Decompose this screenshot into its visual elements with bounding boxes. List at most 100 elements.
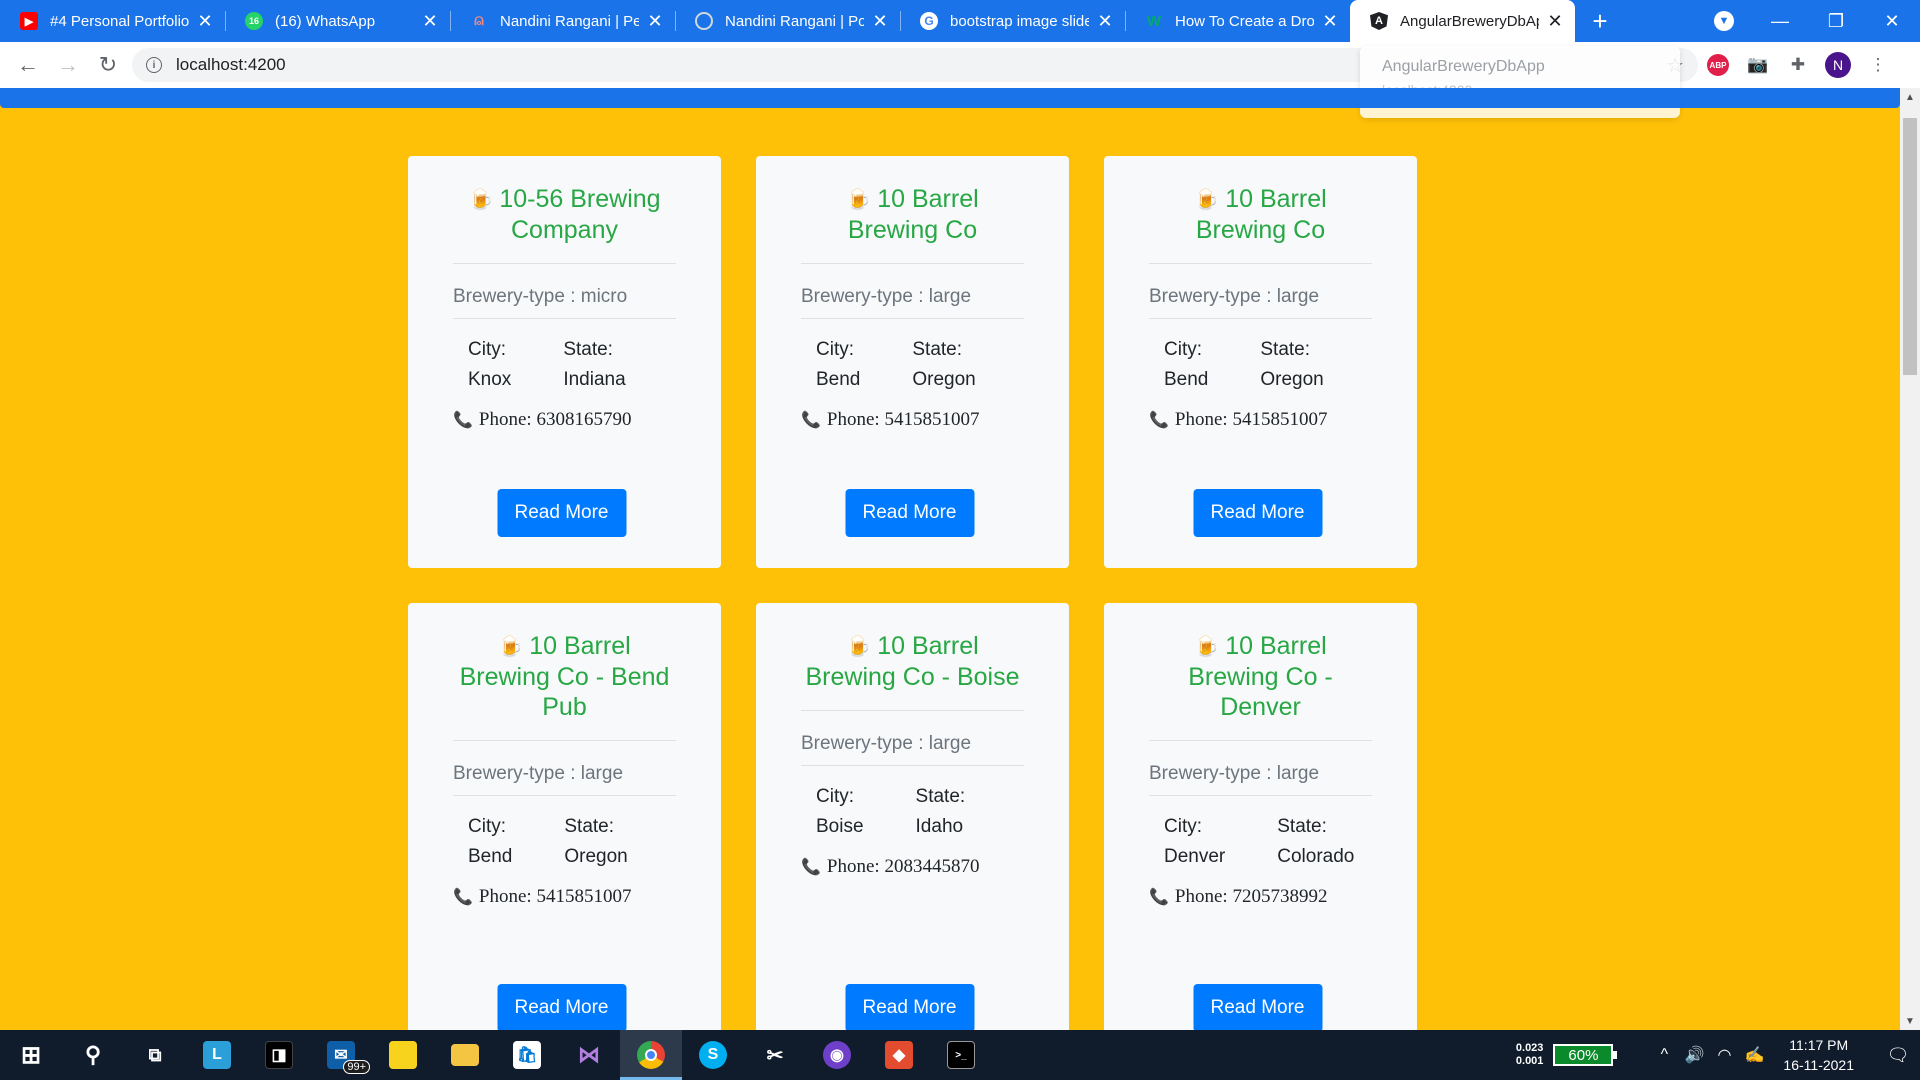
- close-tab-icon[interactable]: ✕: [870, 11, 890, 32]
- mail-badge: 99+: [343, 1060, 370, 1074]
- phone-icon: 📞: [453, 412, 473, 429]
- close-tab-icon[interactable]: ✕: [1545, 11, 1565, 32]
- skype-icon: S: [699, 1041, 727, 1069]
- minimize-button[interactable]: —: [1752, 0, 1808, 42]
- chevron-up-icon[interactable]: ^: [1649, 1046, 1679, 1064]
- google-icon: G: [920, 12, 938, 30]
- search-button[interactable]: ⚲: [62, 1030, 124, 1080]
- brewery-name: 🍺 10 Barrel Brewing Co - Denver: [1149, 603, 1372, 741]
- tab-portfolio-2[interactable]: Nandini Rangani | Por ✕: [675, 0, 900, 42]
- battery-indicator[interactable]: 60%: [1553, 1044, 1618, 1066]
- tab-whatsapp[interactable]: 16 (16) WhatsApp ✕: [225, 0, 450, 42]
- tab-youtube[interactable]: ▶ #4 Personal Portfolio ( ✕: [0, 0, 225, 42]
- city-label: City:: [1164, 816, 1202, 837]
- taskbar-app-l[interactable]: L: [186, 1030, 248, 1080]
- task-view-button[interactable]: ⧉: [124, 1030, 186, 1080]
- state-value: Oregon: [912, 369, 976, 390]
- brewery-type: Brewery-type : large: [801, 264, 1024, 319]
- read-more-button[interactable]: Read More: [1193, 489, 1322, 537]
- back-button[interactable]: ←: [8, 45, 48, 85]
- wifi-icon[interactable]: ◠: [1709, 1045, 1739, 1065]
- tab-search-button[interactable]: ▼: [1696, 0, 1752, 42]
- menu-button[interactable]: ⋮: [1858, 45, 1898, 85]
- taskbar-app-snipping-tool[interactable]: ✂: [744, 1030, 806, 1080]
- task-view-icon: ⧉: [148, 1044, 162, 1065]
- brewery-card: 🍺 10 Barrel Brewing Co Brewery-type : lar…: [1104, 156, 1417, 568]
- brewery-location: City: Bend State: Oregon: [453, 796, 676, 872]
- l-app-icon: L: [203, 1041, 231, 1069]
- scroll-up-arrow-icon[interactable]: ▲: [1900, 88, 1920, 106]
- forward-button[interactable]: →: [48, 45, 88, 85]
- brewery-name: 🍺 10 Barrel Brewing Co: [801, 156, 1024, 264]
- taskbar-app-chrome[interactable]: [620, 1030, 682, 1080]
- tab-title: Nandini Rangani | Por: [725, 12, 864, 30]
- scrollbar-thumb[interactable]: [1903, 118, 1917, 375]
- close-tab-icon[interactable]: ✕: [645, 11, 665, 32]
- brewery-type: Brewery-type : micro: [453, 264, 676, 319]
- puzzle-icon: ✚: [1790, 55, 1806, 74]
- taskbar-app-terminal[interactable]: >_: [930, 1030, 992, 1080]
- brewery-card: 🍺 10-56 Brewing Company Brewery-type : mi…: [408, 156, 721, 568]
- taskbar-app-store[interactable]: 🛍: [496, 1030, 558, 1080]
- clock[interactable]: 11:17 PM 16-11-2021: [1783, 1035, 1854, 1075]
- visual-studio-icon: ⋈: [578, 1042, 600, 1067]
- notification-center-button[interactable]: 🗨: [1876, 1045, 1920, 1066]
- scroll-down-arrow-icon[interactable]: ▼: [1900, 1012, 1920, 1030]
- volume-icon[interactable]: 🔊: [1679, 1045, 1709, 1065]
- phone-icon: 📞: [801, 859, 821, 876]
- read-more-button[interactable]: Read More: [845, 984, 974, 1030]
- git-icon: ◆: [885, 1041, 913, 1069]
- clock-date: 16-11-2021: [1783, 1057, 1854, 1073]
- brewery-location: City: Boise State: Idaho: [801, 766, 1024, 842]
- state-label: State:: [915, 786, 966, 807]
- city-label: City:: [1164, 339, 1202, 360]
- new-tab-button[interactable]: +: [1575, 0, 1625, 42]
- tab-title: How To Create a Drop: [1175, 12, 1314, 30]
- close-tab-icon[interactable]: ✕: [420, 11, 440, 32]
- taskbar-app-git[interactable]: ◆: [868, 1030, 930, 1080]
- restore-button[interactable]: ❐: [1808, 0, 1864, 42]
- tab-title: bootstrap image slide: [950, 12, 1089, 30]
- brewery-card-grid: 🍺 10-56 Brewing Company Brewery-type : mi…: [408, 156, 1417, 1030]
- youtube-icon: ▶: [20, 12, 38, 30]
- tab-portfolio-1[interactable]: ⍝ Nandini Rangani | Per ✕: [450, 0, 675, 42]
- read-more-button[interactable]: Read More: [845, 489, 974, 537]
- taskbar-app-dolby[interactable]: ◨: [248, 1030, 310, 1080]
- tab-title: #4 Personal Portfolio (: [50, 12, 189, 30]
- profile-button[interactable]: N: [1818, 45, 1858, 85]
- taskbar-app-github[interactable]: ◉: [806, 1030, 868, 1080]
- info-icon[interactable]: i: [146, 57, 162, 73]
- close-tab-icon[interactable]: ✕: [195, 11, 215, 32]
- taskbar-app-sticky-notes[interactable]: [372, 1030, 434, 1080]
- start-button[interactable]: ⊞: [0, 1030, 62, 1080]
- extensions-button[interactable]: ✚: [1778, 45, 1818, 85]
- reload-button[interactable]: ↻: [88, 45, 128, 85]
- tab-angular-app[interactable]: A AngularBreweryDbAp ✕: [1350, 0, 1575, 42]
- taskbar-app-visual-studio[interactable]: ⋈: [558, 1030, 620, 1080]
- brewery-phone: 📞 Phone: 6308165790: [453, 409, 676, 431]
- read-more-button[interactable]: Read More: [1193, 984, 1322, 1030]
- taskbar-app-mail[interactable]: ✉ 99+: [310, 1030, 372, 1080]
- terminal-icon: >_: [947, 1041, 975, 1069]
- adblock-extension-button[interactable]: ABP: [1698, 45, 1738, 85]
- brewery-phone: 📞 Phone: 5415851007: [453, 886, 676, 908]
- tab-w3schools[interactable]: W How To Create a Drop ✕: [1125, 0, 1350, 42]
- pen-icon[interactable]: ✍: [1739, 1045, 1769, 1065]
- tab-google[interactable]: G bootstrap image slide ✕: [900, 0, 1125, 42]
- brewery-card: 🍺 10 Barrel Brewing Co - Denver Brewery-t…: [1104, 603, 1417, 1030]
- taskbar-app-file-explorer[interactable]: [434, 1030, 496, 1080]
- close-tab-icon[interactable]: ✕: [1320, 11, 1340, 32]
- taskbar-app-skype[interactable]: S: [682, 1030, 744, 1080]
- read-more-button[interactable]: Read More: [497, 489, 626, 537]
- state-label: State:: [1260, 339, 1311, 360]
- scissors-icon: ✂: [766, 1044, 784, 1067]
- close-tab-icon[interactable]: ✕: [1095, 11, 1115, 32]
- brewery-type: Brewery-type : large: [1149, 264, 1372, 319]
- close-window-button[interactable]: ✕: [1864, 0, 1920, 42]
- brewery-phone: 📞 Phone: 5415851007: [801, 409, 1024, 431]
- page-scrollbar[interactable]: ▲ ▼: [1900, 88, 1920, 1030]
- city-value: Knox: [468, 369, 512, 390]
- camera-extension-button[interactable]: 📷: [1738, 45, 1778, 85]
- state-value: Oregon: [564, 846, 628, 867]
- read-more-button[interactable]: Read More: [497, 984, 626, 1030]
